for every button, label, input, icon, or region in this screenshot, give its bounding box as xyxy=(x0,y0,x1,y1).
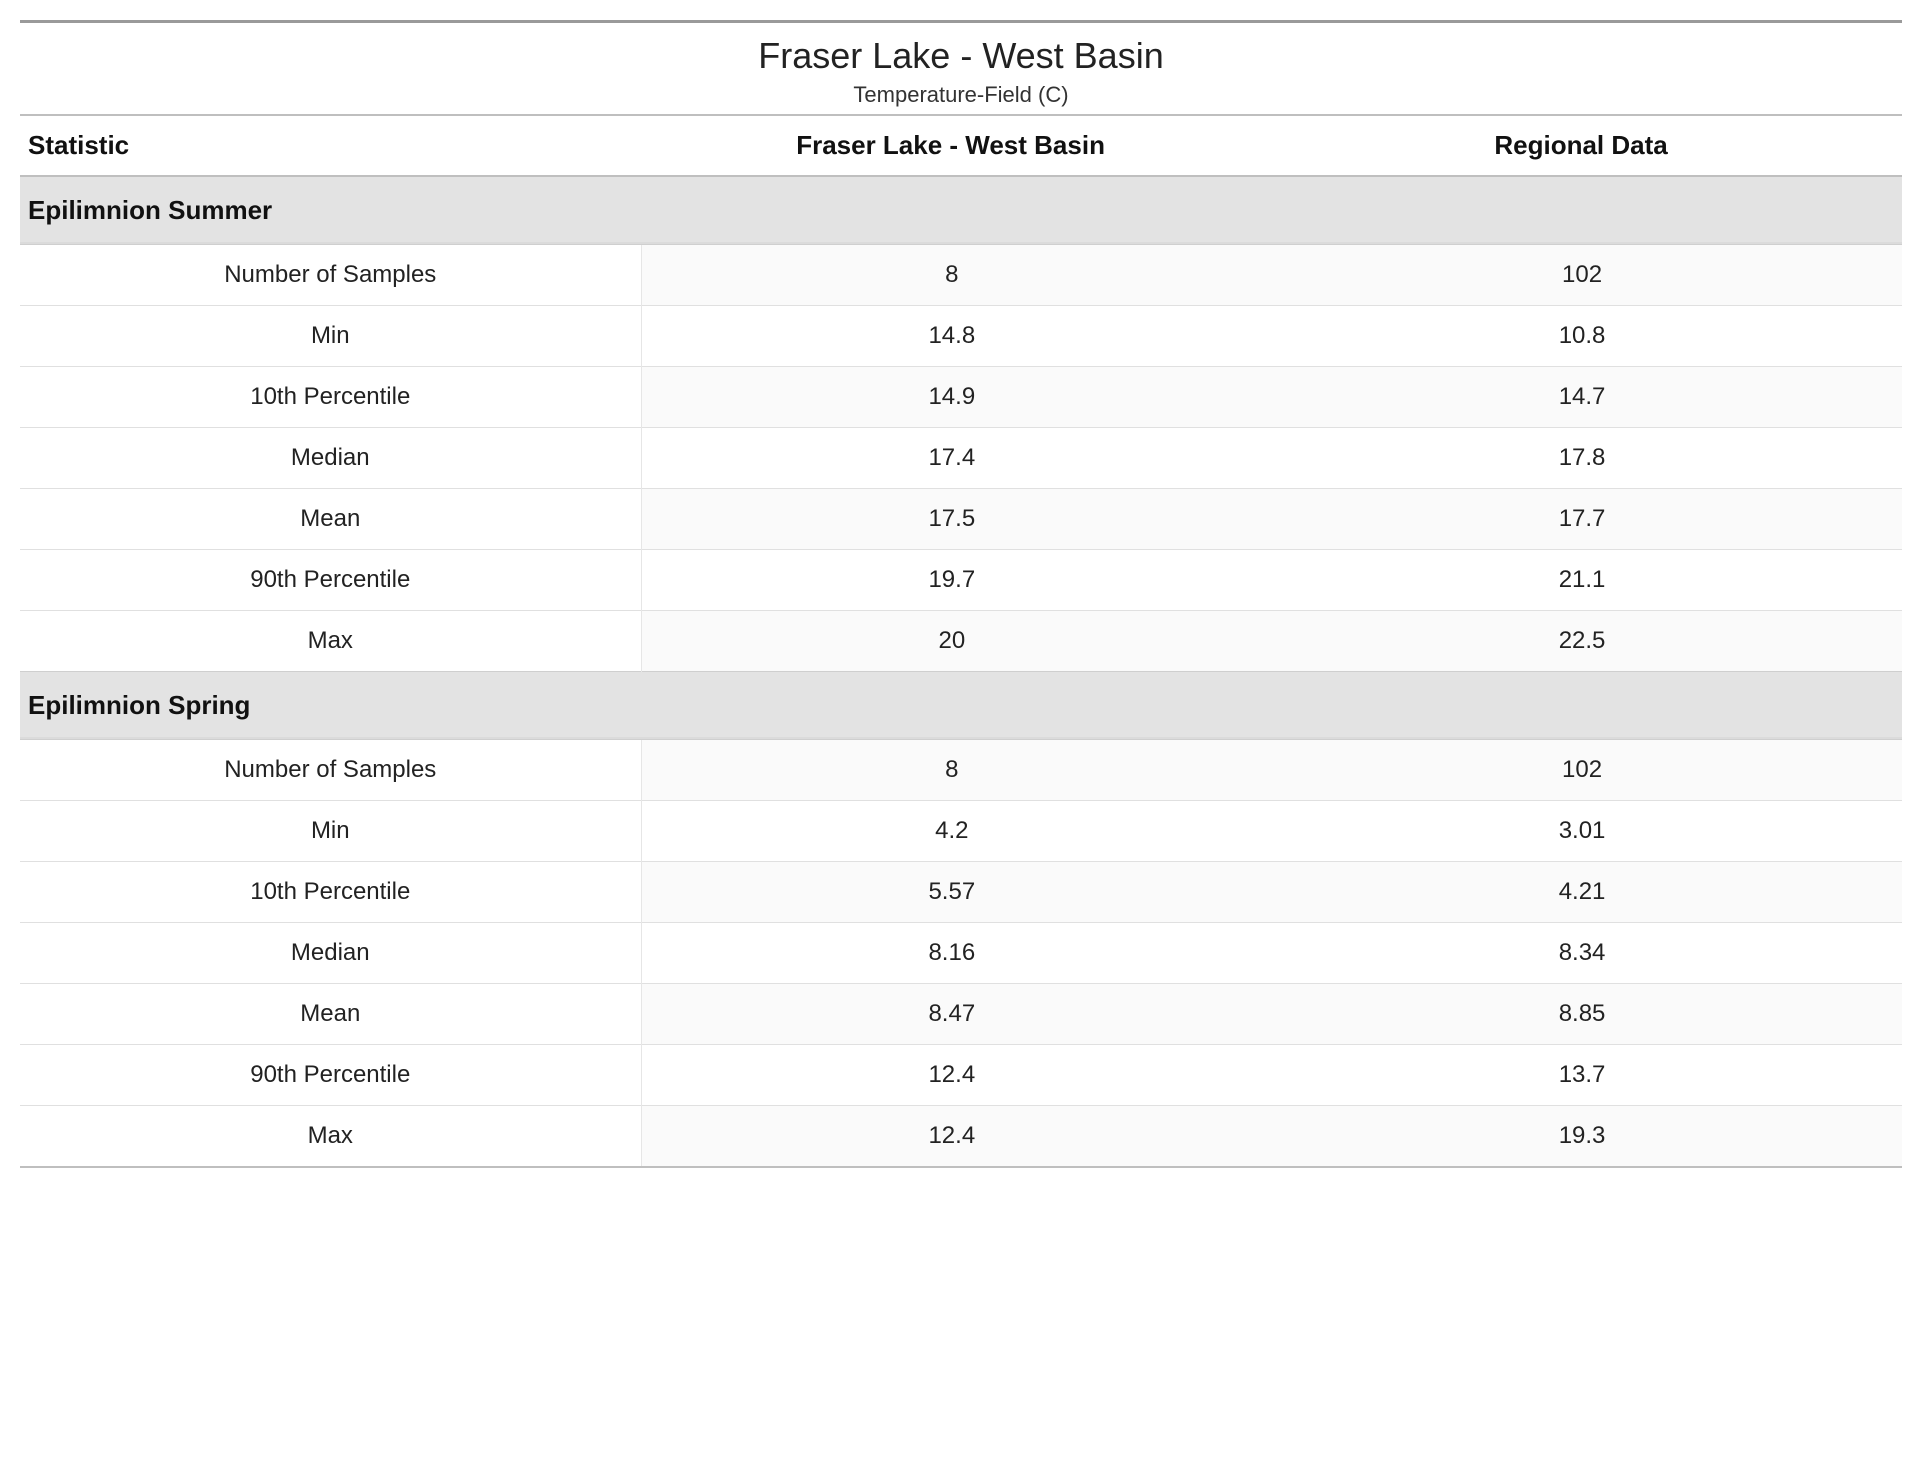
stat-cell: Median xyxy=(20,922,641,983)
col-site: Fraser Lake - West Basin xyxy=(641,116,1262,176)
stat-cell: Median xyxy=(20,427,641,488)
site-cell: 8.16 xyxy=(641,922,1262,983)
site-cell: 17.4 xyxy=(641,427,1262,488)
regional-cell: 17.8 xyxy=(1262,427,1902,488)
stat-cell: 90th Percentile xyxy=(20,549,641,610)
table-body: Epilimnion SummerNumber of Samples8102Mi… xyxy=(20,176,1902,1167)
table-row: Min14.810.8 xyxy=(20,305,1902,366)
site-cell: 20 xyxy=(641,610,1262,671)
stat-cell: Min xyxy=(20,800,641,861)
site-cell: 17.5 xyxy=(641,488,1262,549)
section-header: Epilimnion Spring xyxy=(20,671,1902,739)
col-regional: Regional Data xyxy=(1262,116,1902,176)
section-title: Epilimnion Summer xyxy=(20,176,1902,245)
site-cell: 8 xyxy=(641,244,1262,305)
stat-cell: Number of Samples xyxy=(20,244,641,305)
table-row: Max12.419.3 xyxy=(20,1105,1902,1167)
report-subtitle: Temperature-Field (C) xyxy=(20,82,1902,108)
regional-cell: 14.7 xyxy=(1262,366,1902,427)
regional-cell: 4.21 xyxy=(1262,861,1902,922)
section-title: Epilimnion Spring xyxy=(20,671,1902,739)
table-row: Median8.168.34 xyxy=(20,922,1902,983)
site-cell: 12.4 xyxy=(641,1105,1262,1167)
table-row: Median17.417.8 xyxy=(20,427,1902,488)
regional-cell: 17.7 xyxy=(1262,488,1902,549)
column-header-row: Statistic Fraser Lake - West Basin Regio… xyxy=(20,116,1902,176)
regional-cell: 13.7 xyxy=(1262,1044,1902,1105)
table-row: 10th Percentile14.914.7 xyxy=(20,366,1902,427)
table-row: 90th Percentile19.721.1 xyxy=(20,549,1902,610)
col-statistic: Statistic xyxy=(20,116,641,176)
site-cell: 14.8 xyxy=(641,305,1262,366)
stat-cell: Max xyxy=(20,610,641,671)
table-row: 90th Percentile12.413.7 xyxy=(20,1044,1902,1105)
table-row: Mean8.478.85 xyxy=(20,983,1902,1044)
stat-cell: 10th Percentile xyxy=(20,366,641,427)
site-cell: 19.7 xyxy=(641,549,1262,610)
table-row: Mean17.517.7 xyxy=(20,488,1902,549)
table-row: Number of Samples8102 xyxy=(20,244,1902,305)
site-cell: 8.47 xyxy=(641,983,1262,1044)
regional-cell: 102 xyxy=(1262,739,1902,800)
regional-cell: 19.3 xyxy=(1262,1105,1902,1167)
regional-cell: 8.85 xyxy=(1262,983,1902,1044)
site-cell: 8 xyxy=(641,739,1262,800)
regional-cell: 8.34 xyxy=(1262,922,1902,983)
site-cell: 14.9 xyxy=(641,366,1262,427)
stat-cell: 90th Percentile xyxy=(20,1044,641,1105)
table-row: Min4.23.01 xyxy=(20,800,1902,861)
regional-cell: 102 xyxy=(1262,244,1902,305)
regional-cell: 3.01 xyxy=(1262,800,1902,861)
regional-cell: 10.8 xyxy=(1262,305,1902,366)
stats-table: Statistic Fraser Lake - West Basin Regio… xyxy=(20,116,1902,1168)
site-cell: 12.4 xyxy=(641,1044,1262,1105)
site-cell: 4.2 xyxy=(641,800,1262,861)
table-row: Max2022.5 xyxy=(20,610,1902,671)
table-row: Number of Samples8102 xyxy=(20,739,1902,800)
section-header: Epilimnion Summer xyxy=(20,176,1902,245)
table-row: 10th Percentile5.574.21 xyxy=(20,861,1902,922)
stat-cell: Mean xyxy=(20,983,641,1044)
regional-cell: 21.1 xyxy=(1262,549,1902,610)
report: Fraser Lake - West Basin Temperature-Fie… xyxy=(20,20,1902,1168)
stat-cell: Max xyxy=(20,1105,641,1167)
stat-cell: Min xyxy=(20,305,641,366)
stat-cell: Number of Samples xyxy=(20,739,641,800)
site-cell: 5.57 xyxy=(641,861,1262,922)
title-block: Fraser Lake - West Basin Temperature-Fie… xyxy=(20,23,1902,116)
report-title: Fraser Lake - West Basin xyxy=(20,33,1902,80)
stat-cell: Mean xyxy=(20,488,641,549)
regional-cell: 22.5 xyxy=(1262,610,1902,671)
stat-cell: 10th Percentile xyxy=(20,861,641,922)
